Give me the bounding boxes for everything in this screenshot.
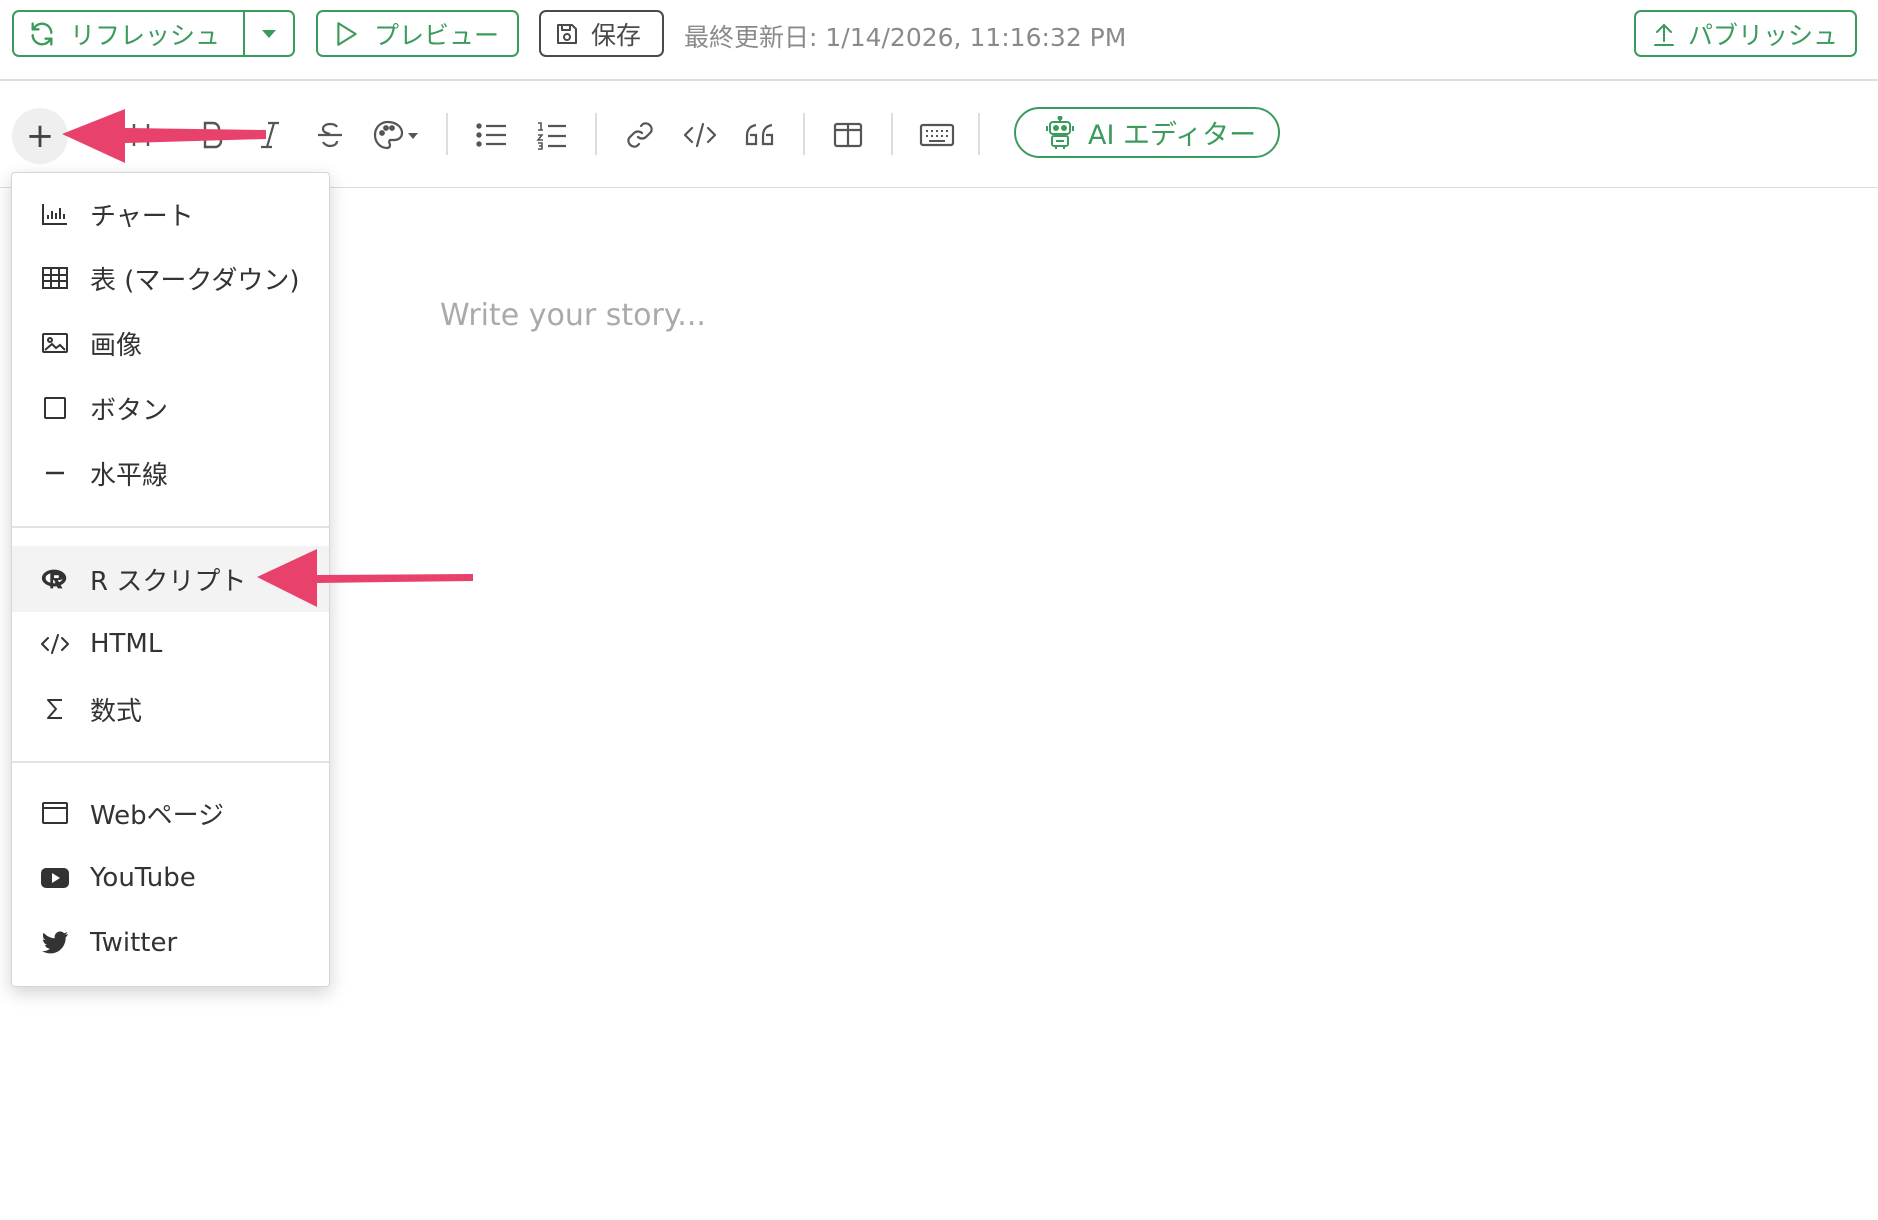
- menu-item-chart[interactable]: チャート: [12, 182, 329, 246]
- toolbar-divider: [446, 113, 448, 155]
- menu-item-label: HTML: [90, 629, 163, 659]
- menu-item-button[interactable]: ボタン: [12, 376, 329, 440]
- menu-item-twitter[interactable]: Twitter: [12, 911, 329, 975]
- refresh-options-dropdown[interactable]: [245, 12, 293, 55]
- keyboard-icon: [919, 123, 955, 147]
- publish-button[interactable]: パブリッシュ: [1634, 10, 1857, 57]
- menu-item-youtube[interactable]: YouTube: [12, 846, 329, 910]
- image-icon: [40, 328, 70, 358]
- annotation-arrow-insert: [62, 109, 266, 163]
- refresh-button[interactable]: リフレッシュ: [14, 12, 246, 55]
- columns-button[interactable]: [826, 113, 870, 157]
- quote-button[interactable]: [738, 113, 782, 157]
- menu-item-label: Webページ: [90, 800, 225, 831]
- text-color-button[interactable]: [370, 113, 422, 157]
- annotation-arrow-r-script: [257, 549, 473, 607]
- menu-item-label: YouTube: [90, 863, 196, 893]
- horizontal-rule-icon: [40, 458, 70, 488]
- r-logo-icon: [40, 564, 70, 594]
- refresh-icon: [31, 21, 53, 46]
- menu-item-label: チャート: [90, 201, 194, 232]
- editor-placeholder[interactable]: Write your story...: [440, 298, 706, 333]
- menu-divider: [12, 526, 329, 528]
- keyboard-shortcuts-button[interactable]: [912, 113, 962, 157]
- sigma-icon: [40, 694, 70, 724]
- refresh-label: リフレッシュ: [70, 20, 221, 50]
- menu-item-horizontal-rule[interactable]: 水平線: [12, 441, 329, 505]
- refresh-button-group: リフレッシュ: [12, 10, 295, 57]
- strikethrough-icon: [318, 122, 342, 148]
- save-label: 保存: [591, 20, 642, 50]
- top-bar: リフレッシュ プレビュー 保存 最終更新日: 1/14/2026, 11:16:…: [0, 0, 1878, 81]
- link-button[interactable]: [618, 113, 662, 157]
- menu-item-label: 水平線: [90, 460, 169, 491]
- twitter-icon: [40, 928, 70, 958]
- toolbar-divider: [803, 113, 805, 155]
- toolbar-divider: [978, 113, 980, 155]
- menu-item-label: 数式: [90, 696, 143, 727]
- play-icon: [337, 21, 357, 46]
- upload-icon: [1654, 23, 1674, 46]
- menu-item-label: 表 (マークダウン): [90, 265, 300, 296]
- code-button[interactable]: [678, 113, 722, 157]
- menu-item-label: R スクリプト: [90, 566, 247, 597]
- save-button[interactable]: 保存: [539, 10, 664, 57]
- toolbar-divider: [595, 113, 597, 155]
- table-icon: [40, 263, 70, 293]
- menu-divider: [12, 761, 329, 763]
- menu-item-math[interactable]: 数式: [12, 677, 329, 741]
- bullet-list-button[interactable]: [470, 113, 514, 157]
- save-icon: [557, 23, 577, 44]
- publish-label: パブリッシュ: [1688, 20, 1839, 50]
- robot-icon: [1046, 115, 1074, 149]
- code-icon: [683, 122, 717, 148]
- strikethrough-button[interactable]: [310, 113, 350, 157]
- numbered-list-button[interactable]: [530, 113, 574, 157]
- quote-icon: [745, 123, 774, 146]
- preview-button[interactable]: プレビュー: [316, 10, 519, 57]
- menu-item-label: 画像: [90, 330, 143, 361]
- chart-icon: [40, 199, 70, 229]
- columns-icon: [833, 122, 863, 148]
- caret-down-icon: [262, 29, 277, 38]
- menu-item-label: ボタン: [90, 395, 169, 426]
- webpage-icon: [40, 798, 70, 828]
- link-icon: [627, 122, 653, 148]
- menu-item-webpage[interactable]: Webページ: [12, 781, 329, 845]
- menu-item-html[interactable]: HTML: [12, 612, 329, 676]
- toolbar-divider: [891, 113, 893, 155]
- numbered-list-icon: [536, 122, 566, 150]
- youtube-icon: [40, 863, 70, 893]
- ai-editor-button[interactable]: AI エディター: [1014, 107, 1280, 158]
- palette-icon: [373, 120, 418, 150]
- button-icon: [40, 393, 70, 423]
- bullet-list-icon: [476, 123, 506, 147]
- plus-icon: +: [25, 116, 55, 156]
- menu-item-image[interactable]: 画像: [12, 311, 329, 375]
- code-icon: [40, 629, 70, 659]
- menu-item-label: Twitter: [90, 928, 178, 958]
- last-updated-text: 最終更新日: 1/14/2026, 11:16:32 PM: [684, 23, 1127, 52]
- preview-label: プレビュー: [374, 20, 500, 50]
- ai-editor-label: AI エディター: [1088, 120, 1257, 151]
- menu-item-table[interactable]: 表 (マークダウン): [12, 246, 329, 310]
